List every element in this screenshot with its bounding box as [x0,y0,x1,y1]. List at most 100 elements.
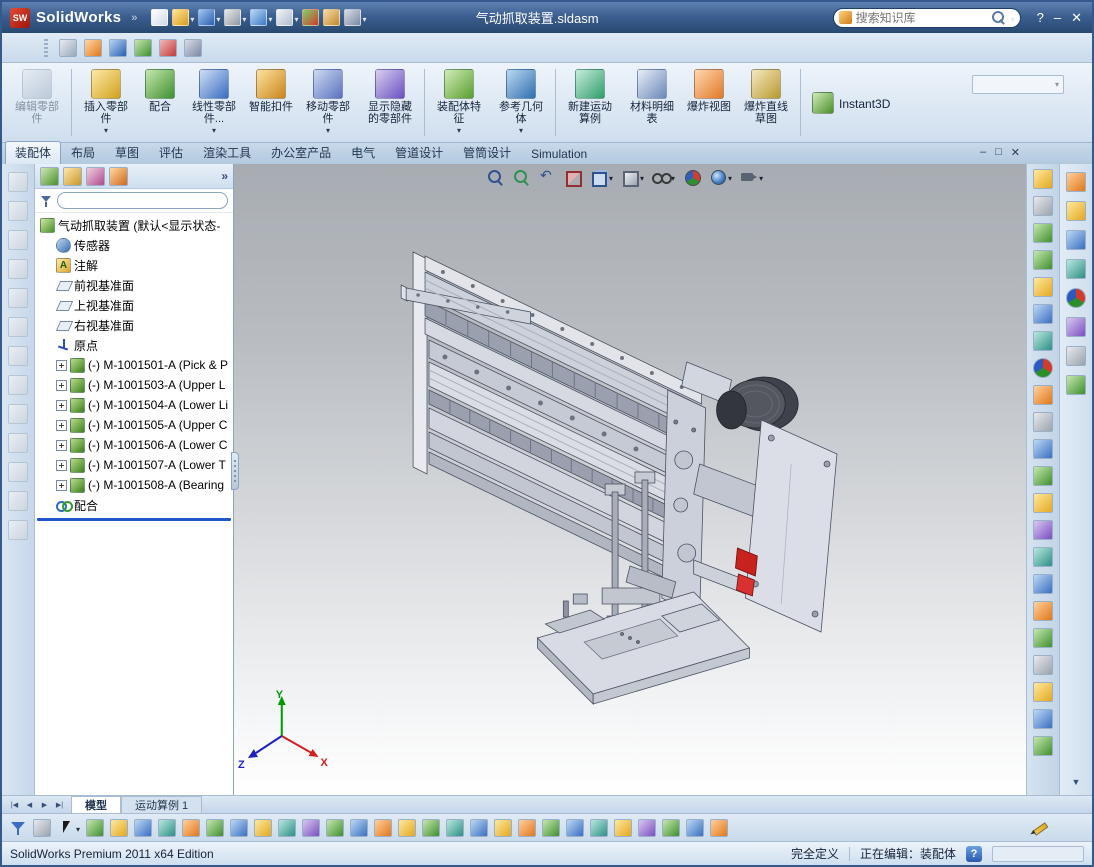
quick-tips-help-button[interactable]: ? [966,845,982,862]
dropdown-caret-icon[interactable] [242,11,246,25]
tab-render-tools[interactable]: 渲染工具 [193,141,261,164]
right-toolbar-icon[interactable] [1033,223,1053,243]
right-toolbar-icon[interactable] [1033,574,1053,594]
right-toolbar-icon[interactable] [1033,601,1053,621]
tool-icon[interactable] [326,818,345,837]
right-toolbar-icon[interactable] [1033,196,1053,216]
file-explorer-icon[interactable] [1066,230,1086,250]
menu-expand-chevron[interactable]: » [131,12,137,24]
insert-component-button[interactable]: 插入零部件 [75,65,137,140]
arc-tool-icon[interactable] [84,38,102,57]
help-button[interactable]: ? [1037,10,1044,25]
right-toolbar-icon[interactable] [1033,250,1053,270]
options-icon[interactable] [342,6,368,30]
document-recovery-icon[interactable] [1066,375,1086,395]
tool-icon[interactable] [590,818,609,837]
tree-item-m1001503[interactable]: (-) M-1001503-A (Upper L [35,375,233,395]
left-toolbar-icon[interactable] [8,259,28,279]
tool-icon[interactable] [110,818,129,837]
tab-piping[interactable]: 管道设计 [385,141,453,164]
search-input[interactable] [855,10,987,25]
next-tab-button[interactable]: ▶ [37,796,52,813]
customize-icon[interactable] [184,38,202,57]
apply-scene-icon[interactable] [709,168,732,186]
toolbar-dropdown[interactable] [972,75,1064,94]
tool-icon[interactable] [446,818,465,837]
tool-icon[interactable] [302,818,321,837]
left-toolbar-icon[interactable] [8,491,28,511]
save-icon[interactable] [196,6,222,30]
move-component-button[interactable]: 移动零部件 [297,65,359,140]
tab-tubing[interactable]: 管筒设计 [453,141,521,164]
tree-item-sensors[interactable]: 传感器 [35,235,233,255]
left-toolbar-icon[interactable] [8,201,28,221]
right-toolbar-icon[interactable] [1033,385,1053,405]
tree-item-front-plane[interactable]: 前视基准面 [35,275,233,295]
expand-icon[interactable] [56,379,67,391]
tab-evaluate[interactable]: 评估 [149,141,193,164]
tab-motion-study-1[interactable]: 运动算例 1 [121,796,203,813]
tree-item-annotations[interactable]: 注解 [35,255,233,275]
tree-item-origin[interactable]: 原点 [35,335,233,355]
print-icon[interactable] [222,6,248,30]
right-toolbar-icon[interactable] [1033,493,1053,513]
search-icon[interactable] [991,10,1006,25]
tab-electrical[interactable]: 电气 [341,141,385,164]
solidworks-resources-icon[interactable] [1066,172,1086,192]
tool-icon[interactable] [638,818,657,837]
prev-tab-button[interactable]: ◀ [22,796,37,813]
previous-view-icon[interactable] [538,167,556,186]
section-view-icon[interactable] [564,168,582,187]
zoom-area-icon[interactable] [512,168,530,186]
panel-minimize-button[interactable]: – [980,146,986,159]
right-toolbar-icon[interactable] [1033,277,1053,297]
scenes-icon[interactable] [1066,317,1086,337]
view-orientation-icon[interactable] [590,168,613,187]
edit-component-button[interactable]: 编辑零部件 [6,65,68,140]
tool-icon[interactable] [374,818,393,837]
dropdown-caret-icon[interactable] [104,125,108,134]
right-toolbar-icon[interactable] [1033,709,1053,729]
tree-root-assembly[interactable]: 气动抓取装置 (默认<显示状态- [35,215,233,235]
linear-pattern-button[interactable]: 线性零部件... [183,65,245,140]
expand-icon[interactable] [56,479,67,491]
right-toolbar-icon[interactable] [1033,520,1053,540]
tool-icon[interactable] [182,818,201,837]
select-icon[interactable] [274,6,300,30]
explode-line-sketch-button[interactable]: 爆炸直线草图 [735,65,797,140]
edit-appearance-icon[interactable] [683,168,702,186]
convert-entities-icon[interactable] [159,38,177,57]
left-toolbar-icon[interactable] [8,433,28,453]
ribbon-separator[interactable] [71,69,72,136]
dropdown-caret-icon[interactable] [326,125,330,134]
file-properties-icon[interactable] [321,6,342,30]
ribbon-separator[interactable] [424,69,425,136]
tool-icon[interactable] [206,818,225,837]
tool-icon[interactable] [134,818,153,837]
tool-icon[interactable] [158,818,177,837]
left-toolbar-icon[interactable] [8,317,28,337]
tool-icon[interactable] [566,818,585,837]
tree-filter-input[interactable] [57,192,228,209]
undo-icon[interactable] [248,6,274,30]
rollback-bar[interactable] [37,518,231,521]
dropdown-caret-icon[interactable] [728,170,732,184]
expand-icon[interactable] [56,439,67,451]
dropdown-caret-icon[interactable] [268,11,272,25]
dropdown-caret-icon[interactable] [640,170,644,184]
tab-layout[interactable]: 布局 [61,141,105,164]
left-toolbar-icon[interactable] [8,375,28,395]
left-toolbar-icon[interactable] [8,172,28,192]
tree-item-m1001504[interactable]: (-) M-1001504-A (Lower Li [35,395,233,415]
right-toolbar-icon[interactable] [1033,412,1053,432]
hide-show-items-icon[interactable] [652,168,675,186]
open-icon[interactable] [170,6,196,30]
tree-item-mates[interactable]: 配合 [35,495,233,515]
left-toolbar-icon[interactable] [8,462,28,482]
configurationmanager-tab-icon[interactable] [86,166,105,186]
appearances-icon[interactable] [1066,288,1086,308]
show-hidden-components-button[interactable]: 显示隐藏的零部件 [359,65,421,140]
right-toolbar-icon[interactable] [1033,682,1053,702]
minimize-button[interactable]: – [1054,10,1061,25]
tool-icon[interactable] [542,818,561,837]
